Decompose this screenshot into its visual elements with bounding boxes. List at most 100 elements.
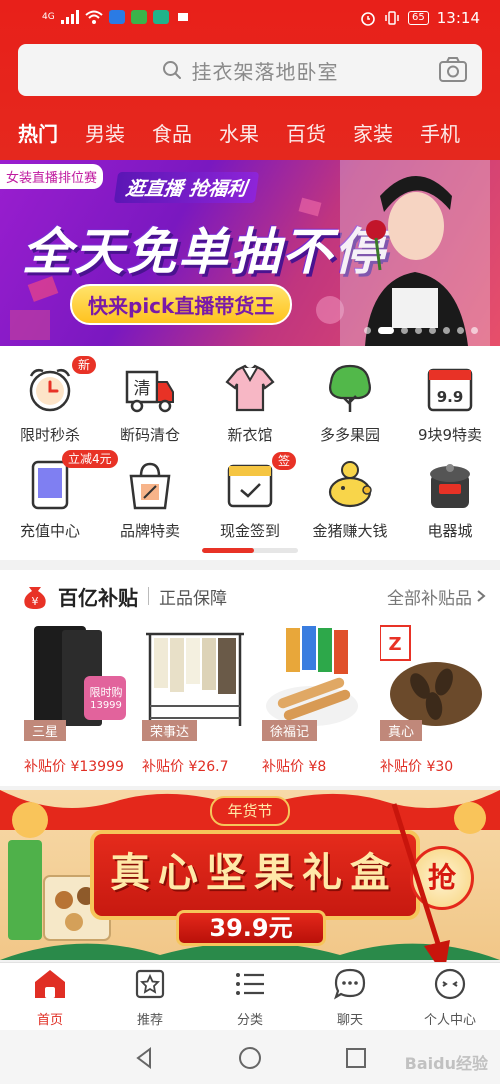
banner-dot[interactable] — [471, 327, 478, 334]
banner-dot[interactable] — [401, 327, 408, 334]
shortcut-label: 9块9特卖 — [417, 426, 483, 444]
shortcut-clearance[interactable]: 清 断码清仓 — [100, 362, 200, 445]
tab-recommend[interactable]: 推荐 — [100, 967, 200, 1028]
category-tab-food[interactable]: 食品 — [152, 118, 192, 147]
vibrate-icon — [385, 11, 399, 25]
category-tab-general[interactable]: 百货 — [286, 118, 326, 147]
banner-cta: 快来pick直播带货王 — [70, 284, 293, 325]
recents-icon[interactable] — [344, 1046, 368, 1070]
system-nav-bar: Baidu经验 — [0, 1030, 500, 1084]
banner-dot-active[interactable] — [378, 327, 394, 334]
shortcut-label: 充值中心 — [19, 522, 80, 540]
category-tab-home[interactable]: 家装 — [353, 118, 393, 147]
new-badge: 新 — [72, 356, 97, 374]
search-bar[interactable]: 挂衣架落地卧室 — [18, 44, 482, 96]
subsidy-title: 百亿补贴 — [58, 585, 138, 610]
status-right: 65 13:14 — [360, 9, 480, 27]
product-brand: 三星 — [24, 720, 67, 741]
product-price: 补贴价 ¥26.7 — [142, 759, 229, 775]
subsidy-more-label: 全部补贴品 — [387, 588, 472, 609]
shortcut-new-clothes[interactable]: 新衣馆 — [200, 362, 300, 445]
promo-price: 39.9元 — [176, 910, 326, 946]
subsidy-more-link[interactable]: 全部补贴品 — [387, 584, 486, 609]
shortcut-checkin[interactable]: 签 现金签到 — [200, 452, 300, 541]
banner-dot[interactable] — [364, 327, 371, 334]
profile-icon — [434, 968, 466, 1000]
shortcut-label: 现金签到 — [219, 522, 280, 540]
category-tab-phone[interactable]: 手机 — [420, 118, 460, 147]
status-bar: 4G 65 13:14 — [0, 6, 500, 34]
tab-chat[interactable]: 聊天 — [300, 967, 400, 1028]
promo-grab-button[interactable]: 抢 — [410, 846, 474, 910]
banner-dot[interactable] — [429, 327, 436, 334]
calendar-99-icon: 9.9 — [427, 368, 473, 412]
tab-profile[interactable]: 个人中心 — [400, 967, 500, 1028]
shortcut-page-indicator — [202, 548, 298, 553]
tab-category[interactable]: 分类 — [200, 967, 300, 1028]
home-icon — [35, 970, 65, 998]
camera-icon[interactable] — [438, 56, 468, 84]
pressure-cooker-icon — [430, 464, 470, 508]
shortcut-label: 金猪赚大钱 — [312, 522, 388, 540]
product-price: 补贴价 ¥8 — [262, 759, 327, 775]
shortcut-label: 断码清仓 — [119, 426, 180, 444]
tab-label: 个人中心 — [423, 1013, 476, 1028]
promo-banner[interactable]: 年货节 真心坚果礼盒 39.9元 抢 — [0, 790, 500, 960]
shortcut-gold-pig[interactable]: 金猪赚大钱 — [300, 458, 400, 541]
phone-product-image — [34, 626, 126, 726]
category-tab-menswear[interactable]: 男装 — [85, 118, 125, 147]
shield-app-icon — [108, 10, 125, 24]
tab-home[interactable]: 首页 — [0, 967, 100, 1028]
shortcut-grid: 新 限时秒杀 清 断码清仓 新衣馆 多多果园 9.9 9块9特卖 立减4元 充值… — [0, 346, 500, 560]
calendar-99-glyph: 9.9 — [437, 388, 464, 406]
banner-tag: 女装直播排位赛 — [0, 164, 104, 189]
category-tab-fruit[interactable]: 水果 — [219, 118, 259, 147]
promo-festival-tag: 年货节 — [210, 796, 290, 826]
banner-kicker: 逛直播 抢福利 — [113, 172, 259, 203]
alarm-clock-icon — [29, 368, 71, 412]
hero-banner[interactable]: 女装直播排位赛 逛直播 抢福利 全天免单抽不停 快来pick直播带货王 — [0, 160, 500, 346]
shortcut-recharge[interactable]: 立减4元 充值中心 — [0, 450, 118, 541]
promo-badge-price: 13999 — [90, 700, 122, 711]
sunflower-seeds-product-image: Z — [379, 625, 482, 726]
back-icon[interactable] — [132, 1046, 156, 1070]
subsidy-section: ¥ 百亿补贴 正品保障 全部补贴品 限时购 13999 三星 补贴价 ¥1399… — [0, 570, 500, 786]
banner-dot[interactable] — [415, 327, 422, 334]
notify-app-icon — [152, 10, 169, 24]
piggy-bank-icon — [328, 461, 372, 508]
status-time: 13:14 — [436, 9, 480, 27]
shortcut-flash-sale[interactable]: 新 限时秒杀 — [0, 356, 100, 445]
shortcut-label: 限时秒杀 — [19, 426, 80, 444]
search-placeholder: 挂衣架落地卧室 — [191, 59, 339, 84]
subsidy-product[interactable]: Z 真心 补贴价 ¥30 — [379, 622, 492, 776]
chat-icon — [334, 968, 366, 1000]
svg-text:Z: Z — [388, 634, 401, 655]
calendar-check-icon — [227, 464, 273, 508]
subsidy-subtitle: 正品保障 — [159, 588, 227, 609]
clothes-rack-product-image — [146, 632, 244, 726]
banner-pagination — [364, 327, 478, 334]
subsidy-product[interactable]: 限时购 13999 三星 补贴价 ¥13999 — [24, 622, 136, 776]
banner-model-image — [340, 160, 490, 346]
tab-label: 推荐 — [136, 1013, 163, 1028]
chevron-right-icon — [477, 590, 486, 602]
shortcut-page-indicator-fill — [202, 548, 254, 553]
product-price: 补贴价 ¥13999 — [24, 759, 124, 775]
header: 4G 65 13:14 挂衣架落地卧室 热门 男装 食品 水果 百货 家装 手机 — [0, 0, 500, 160]
product-price: 补贴价 ¥30 — [380, 759, 454, 775]
product-brand: 徐福记 — [262, 720, 318, 741]
bottom-tab-bar: 首页 推荐 分类 聊天 个人中心 — [0, 962, 500, 1030]
shortcut-orchard[interactable]: 多多果园 — [300, 362, 400, 445]
red-app-icon — [174, 10, 191, 24]
category-tab-hot[interactable]: 热门 — [18, 118, 58, 147]
banner-dot[interactable] — [457, 327, 464, 334]
shortcut-appliances[interactable]: 电器城 — [400, 458, 500, 541]
shortcut-label: 电器城 — [427, 522, 473, 540]
shortcut-99-sale[interactable]: 9.9 9块9特卖 — [400, 362, 500, 445]
clearance-glyph: 清 — [134, 379, 151, 399]
subsidy-product[interactable]: 徐福记 补贴价 ¥8 — [262, 622, 374, 776]
shortcut-brand-sale[interactable]: 品牌特卖 — [100, 458, 200, 541]
home-button-icon[interactable] — [238, 1046, 262, 1070]
banner-dot[interactable] — [443, 327, 450, 334]
subsidy-product[interactable]: 荣事达 补贴价 ¥26.7 — [142, 622, 254, 776]
